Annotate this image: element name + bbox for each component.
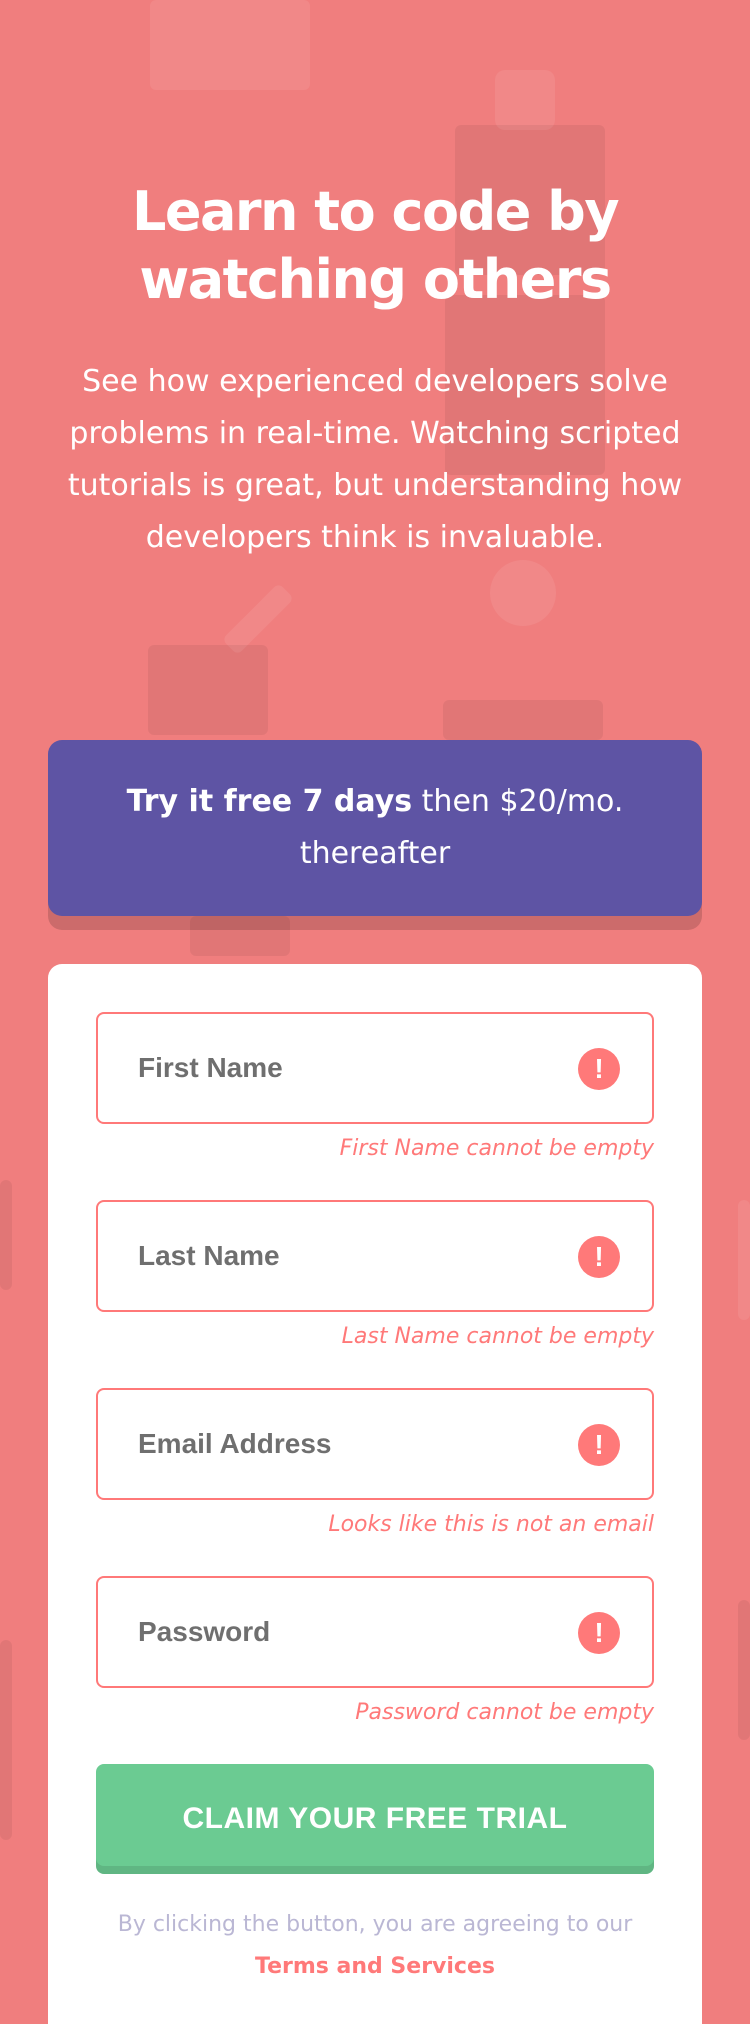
first-name-field: ! First Name cannot be empty: [96, 1012, 654, 1161]
error-icon: !: [578, 1424, 620, 1466]
email-input-wrapper: !: [96, 1388, 654, 1500]
promo-text: Try it free 7 days then $20/mo. thereaft…: [108, 776, 642, 880]
house-icon: [150, 0, 310, 90]
error-icon: !: [578, 1236, 620, 1278]
first-name-error-message: First Name cannot be empty: [339, 1136, 654, 1161]
first-name-input-wrapper: !: [96, 1012, 654, 1124]
signup-form-card: ! First Name cannot be empty ! Last Name…: [48, 964, 702, 2024]
first-name-input[interactable]: [98, 1014, 652, 1122]
gear-icon: [490, 560, 556, 626]
wrench-icon: [495, 70, 555, 130]
terms-notice: By clicking the button, you are agreeing…: [96, 1904, 654, 1988]
trial-promo-banner: Try it free 7 days then $20/mo. thereaft…: [48, 740, 702, 916]
email-field: ! Looks like this is not an email: [96, 1388, 654, 1537]
side-pattern-left: [0, 1180, 12, 1290]
error-icon: !: [578, 1612, 620, 1654]
last-name-input-wrapper: !: [96, 1200, 654, 1312]
claim-free-trial-button[interactable]: CLAIM YOUR FREE TRIAL: [96, 1764, 654, 1874]
side-pattern-left-2: [0, 1640, 12, 1840]
password-input[interactable]: [98, 1578, 652, 1686]
notepad-icon: [148, 645, 268, 735]
side-pattern-right-2: [738, 1600, 750, 1740]
terms-prefix-text: By clicking the button, you are agreeing…: [117, 1912, 633, 1937]
error-icon: !: [578, 1048, 620, 1090]
last-name-input[interactable]: [98, 1202, 652, 1310]
last-name-field: ! Last Name cannot be empty: [96, 1200, 654, 1349]
password-error-message: Password cannot be empty: [355, 1700, 654, 1725]
side-pattern-right: [738, 1200, 750, 1320]
cart-icon: [190, 916, 290, 956]
hero-description: See how experienced developers solve pro…: [67, 364, 683, 555]
email-error-message: Looks like this is not an email: [328, 1512, 654, 1537]
password-input-wrapper: !: [96, 1576, 654, 1688]
browser-icon: [443, 700, 603, 740]
email-input[interactable]: [98, 1390, 652, 1498]
terms-and-services-link[interactable]: Terms and Services: [255, 1954, 495, 1979]
promo-bold-text: Try it free 7 days: [126, 784, 413, 819]
password-field: ! Password cannot be empty: [96, 1576, 654, 1725]
last-name-error-message: Last Name cannot be empty: [341, 1324, 654, 1349]
hero-title: Learn to code by watching others: [131, 180, 620, 311]
